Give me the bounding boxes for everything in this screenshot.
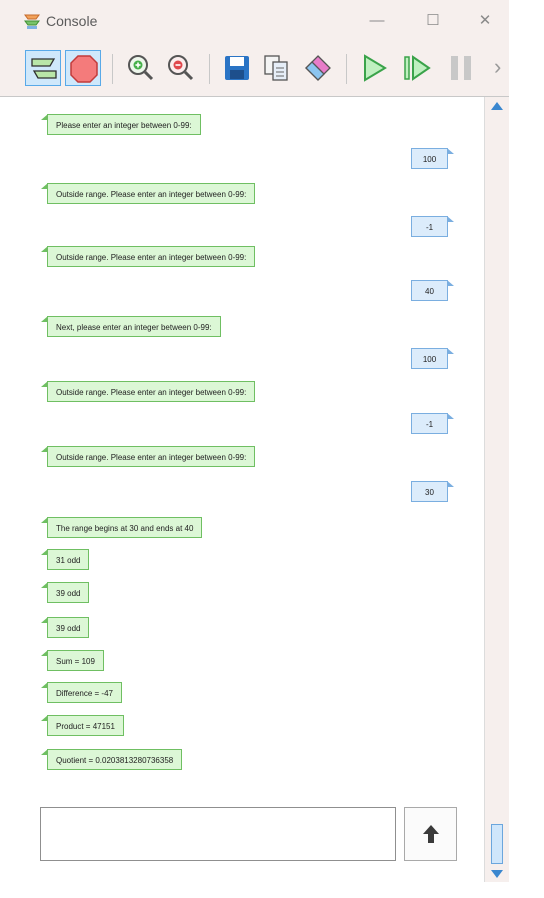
toolbar-separator bbox=[209, 54, 210, 84]
copy-icon bbox=[264, 55, 288, 81]
toolbar-separator bbox=[112, 54, 113, 84]
toolbar-overflow-chevron-icon[interactable]: › bbox=[494, 54, 501, 80]
toolbar-separator bbox=[346, 54, 347, 84]
arrow-up-icon bbox=[422, 825, 439, 843]
output-message: 39 odd bbox=[40, 582, 90, 603]
output-message: 39 odd bbox=[40, 617, 90, 638]
zoom-in-button[interactable] bbox=[123, 50, 159, 86]
window-title: Console bbox=[46, 13, 98, 29]
vertical-scrollbar[interactable] bbox=[484, 97, 509, 882]
pause-icon bbox=[451, 56, 471, 80]
input-message: -1 bbox=[411, 413, 454, 434]
maximize-button[interactable]: ☐ bbox=[418, 8, 448, 34]
output-message: 31 odd bbox=[40, 549, 90, 570]
console-app-icon bbox=[24, 14, 40, 29]
copy-button[interactable] bbox=[259, 50, 295, 86]
output-message: Please enter an integer between 0-99: bbox=[41, 114, 201, 135]
zoom-out-icon bbox=[168, 55, 194, 81]
save-icon bbox=[225, 56, 249, 80]
minimize-button[interactable]: — bbox=[362, 8, 392, 34]
input-message: 40 bbox=[411, 280, 454, 301]
output-message: Next, please enter an integer between 0-… bbox=[41, 316, 221, 337]
send-button[interactable] bbox=[404, 807, 457, 861]
step-icon bbox=[404, 55, 431, 81]
stop-icon bbox=[70, 55, 98, 83]
flow-button[interactable] bbox=[25, 50, 61, 86]
output-message: Outside range. Please enter an integer b… bbox=[40, 246, 256, 267]
close-button[interactable]: ✕ bbox=[470, 8, 500, 34]
stop-button[interactable] bbox=[65, 50, 101, 86]
output-message: Sum = 109 bbox=[41, 650, 104, 671]
step-button[interactable] bbox=[399, 50, 435, 86]
output-message: Quotient = 0.0203813280736358 bbox=[40, 749, 183, 770]
scroll-down-arrow-icon[interactable] bbox=[491, 870, 503, 878]
output-message: Product = 47151 bbox=[41, 715, 124, 736]
output-message: Outside range. Please enter an integer b… bbox=[40, 381, 256, 402]
output-message: Outside range. Please enter an integer b… bbox=[40, 183, 256, 204]
toolbar: › bbox=[0, 42, 509, 97]
title-bar: Console — ☐ ✕ bbox=[0, 0, 509, 42]
run-button[interactable] bbox=[356, 50, 392, 86]
zoom-out-button[interactable] bbox=[163, 50, 199, 86]
eraser-icon bbox=[305, 55, 331, 81]
flow-icon bbox=[31, 58, 57, 79]
output-message: The range begins at 30 and ends at 40 bbox=[40, 517, 203, 538]
run-icon bbox=[364, 54, 387, 82]
eraser-button[interactable] bbox=[300, 50, 336, 86]
input-message: 100 bbox=[411, 148, 454, 169]
save-button[interactable] bbox=[219, 50, 255, 86]
input-message: 100 bbox=[411, 348, 454, 369]
input-message: -1 bbox=[411, 216, 454, 237]
output-message: Difference = -47 bbox=[41, 682, 122, 703]
output-message: Outside range. Please enter an integer b… bbox=[40, 446, 256, 467]
zoom-in-icon bbox=[128, 55, 154, 81]
pause-button[interactable] bbox=[443, 50, 479, 86]
scrollbar-thumb[interactable] bbox=[491, 824, 503, 864]
console-output: Please enter an integer between 0-99: 10… bbox=[0, 97, 484, 882]
input-message: 30 bbox=[411, 481, 454, 502]
console-input[interactable] bbox=[40, 807, 396, 861]
scroll-up-arrow-icon[interactable] bbox=[491, 102, 503, 110]
